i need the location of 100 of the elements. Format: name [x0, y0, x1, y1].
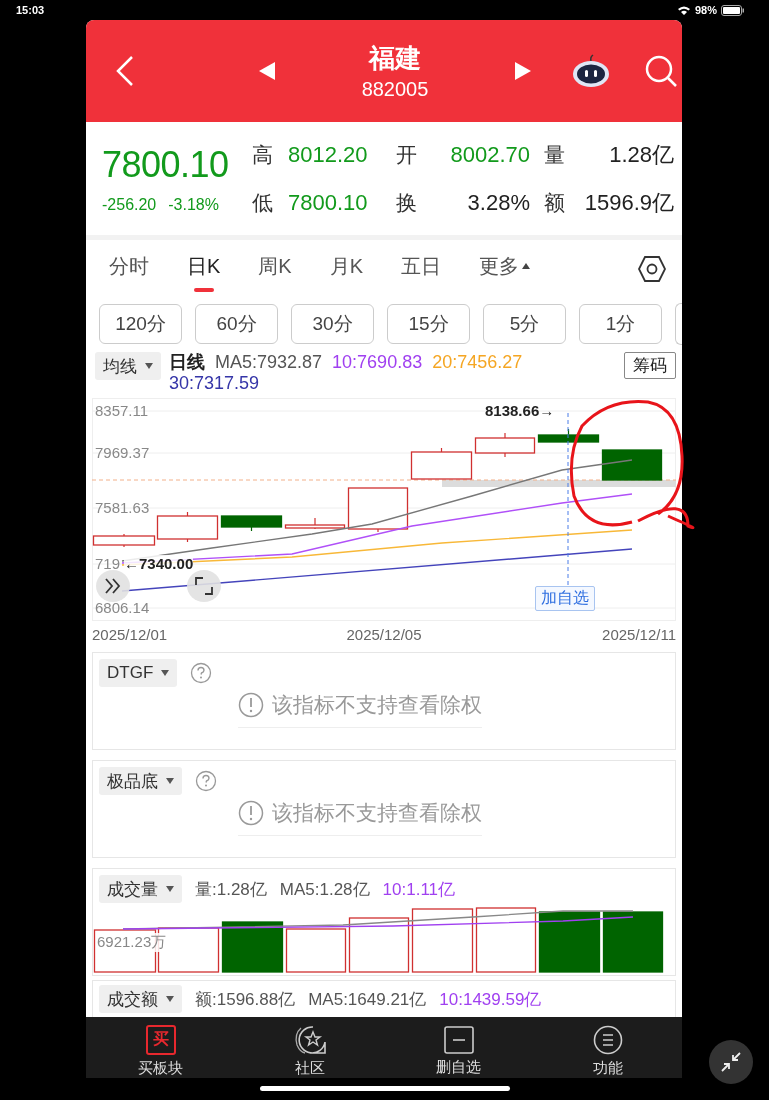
period-tab[interactable]: 五日	[388, 244, 455, 294]
caret-icon	[166, 996, 174, 1002]
interval-button[interactable]: 120分	[99, 304, 182, 344]
indicator-dropdown[interactable]: 极品底	[99, 767, 182, 795]
candle	[410, 447, 473, 480]
axis-label: 6921.23万	[97, 933, 167, 952]
collapse-arrows-icon	[720, 1051, 742, 1073]
caret-icon	[522, 263, 531, 269]
volume-bar	[538, 911, 601, 973]
stat-label: 换	[396, 189, 418, 216]
volume-bar	[348, 917, 410, 973]
period-tab[interactable]: 更多	[466, 244, 544, 294]
wifi-icon	[676, 4, 691, 16]
amount-value: 10:1439.59亿	[439, 988, 542, 1011]
caret-icon	[166, 778, 174, 784]
percent-change: -3.18%	[168, 195, 219, 214]
volume-bar	[602, 911, 664, 973]
status-time: 15:03	[16, 4, 45, 16]
stat-label: 量	[544, 141, 566, 168]
stat-value: 3.28%	[466, 189, 531, 216]
moving-average-value: 10:7690.83	[332, 352, 423, 373]
period-tab[interactable]: 日K	[174, 244, 234, 294]
help-icon[interactable]	[190, 662, 213, 684]
period-label: 日线	[169, 352, 205, 373]
previous-icon[interactable]	[259, 62, 275, 80]
indicator-message: 该指标不支持查看除权	[272, 692, 482, 718]
warning-icon	[238, 800, 264, 826]
interval-button[interactable]: 15分	[387, 304, 470, 344]
date-label: 2025/12/05	[345, 626, 423, 645]
axis-label: 8357.11	[95, 402, 149, 420]
star-bubble-icon	[292, 1024, 327, 1055]
volume-value: MA5:1.28亿	[279, 878, 370, 901]
moving-average-value: 30:7317.59	[169, 373, 260, 394]
stat-label: 额	[544, 189, 566, 216]
stat-value: 1.28亿	[608, 140, 674, 169]
period-tab[interactable]: 周K	[245, 244, 305, 294]
nav-item[interactable]: 买 买板块	[86, 1017, 235, 1078]
stat-value: 1596.9亿	[583, 188, 674, 217]
date-label: 2025/12/01	[92, 626, 169, 645]
menu-icon	[592, 1024, 623, 1055]
caret-icon	[166, 886, 174, 892]
period-tab[interactable]: 月K	[316, 244, 377, 294]
interval-button[interactable]: 60分	[195, 304, 278, 344]
stat-label: 开	[396, 141, 418, 168]
stat-label: 高	[252, 141, 274, 168]
caret-icon	[145, 363, 153, 369]
stat-value: 8012.20	[288, 141, 369, 168]
price-change: -256.20	[102, 195, 157, 214]
last-price: 7800.10	[102, 143, 230, 186]
axis-label: 7581.63	[95, 499, 150, 517]
chips-button[interactable]: 筹码	[624, 352, 676, 379]
fullscreen-button[interactable]	[187, 570, 221, 602]
battery-percent: 98%	[694, 4, 717, 16]
add-watchlist-button[interactable]: 加自选	[535, 586, 595, 611]
nav-item[interactable]: 功能	[533, 1017, 682, 1078]
period-tab[interactable]: 分时	[96, 244, 162, 294]
moving-average-value: 20:7456.27	[432, 352, 523, 373]
axis-label: 719	[95, 555, 121, 573]
expand-button[interactable]	[96, 570, 130, 602]
battery-icon	[721, 4, 745, 16]
moving-average-value: MA5:7932.87	[215, 352, 323, 373]
nav-item[interactable]: 删自选	[384, 1017, 533, 1078]
volume-bar	[475, 907, 537, 973]
high-price-marker: 8138.66→	[485, 402, 555, 419]
corners-icon	[195, 577, 213, 595]
amount-value: 额:1596.88亿	[195, 988, 296, 1011]
nav-item[interactable]: 社区	[235, 1017, 384, 1078]
volume-bar	[221, 921, 284, 973]
volume-bar	[285, 928, 347, 973]
volume-value: 10:1.11亿	[382, 878, 456, 901]
axis-label: 7969.37	[95, 444, 150, 462]
stat-value: 7800.10	[288, 189, 369, 216]
next-icon[interactable]	[515, 62, 531, 80]
back-icon[interactable]	[116, 55, 134, 87]
volume-bar	[411, 908, 474, 973]
indicator-dropdown[interactable]: 成交额	[99, 985, 182, 1013]
double-chevron-icon	[104, 578, 122, 594]
stock-code: 882005	[361, 78, 429, 101]
low-price-marker: ←7340.00	[124, 555, 194, 572]
stock-title: 福建	[369, 42, 421, 75]
candle	[601, 449, 663, 481]
axis-label: 6806.14	[95, 599, 150, 617]
warning-icon	[238, 692, 264, 718]
indicator-dropdown[interactable]: 均线	[95, 352, 161, 380]
caret-icon	[161, 670, 170, 676]
help-icon[interactable]	[195, 770, 217, 792]
robot-icon[interactable]	[571, 53, 611, 89]
collapse-button[interactable]	[709, 1040, 753, 1084]
indicator-message: 该指标不支持查看除权	[272, 800, 482, 826]
interval-button[interactable]: 30分	[291, 304, 374, 344]
settings-icon[interactable]	[638, 256, 666, 282]
search-icon[interactable]	[644, 54, 678, 88]
interval-button[interactable]: 1分	[579, 304, 662, 344]
amount-value: MA5:1649.21亿	[308, 988, 427, 1011]
volume-value: 量:1.28亿	[195, 878, 267, 901]
stat-label: 低	[252, 189, 274, 216]
minus-box-icon	[443, 1025, 474, 1054]
indicator-dropdown[interactable]: 成交量	[99, 875, 182, 903]
indicator-dropdown[interactable]: DTGF	[99, 659, 178, 687]
interval-button[interactable]: 5分	[483, 304, 566, 344]
